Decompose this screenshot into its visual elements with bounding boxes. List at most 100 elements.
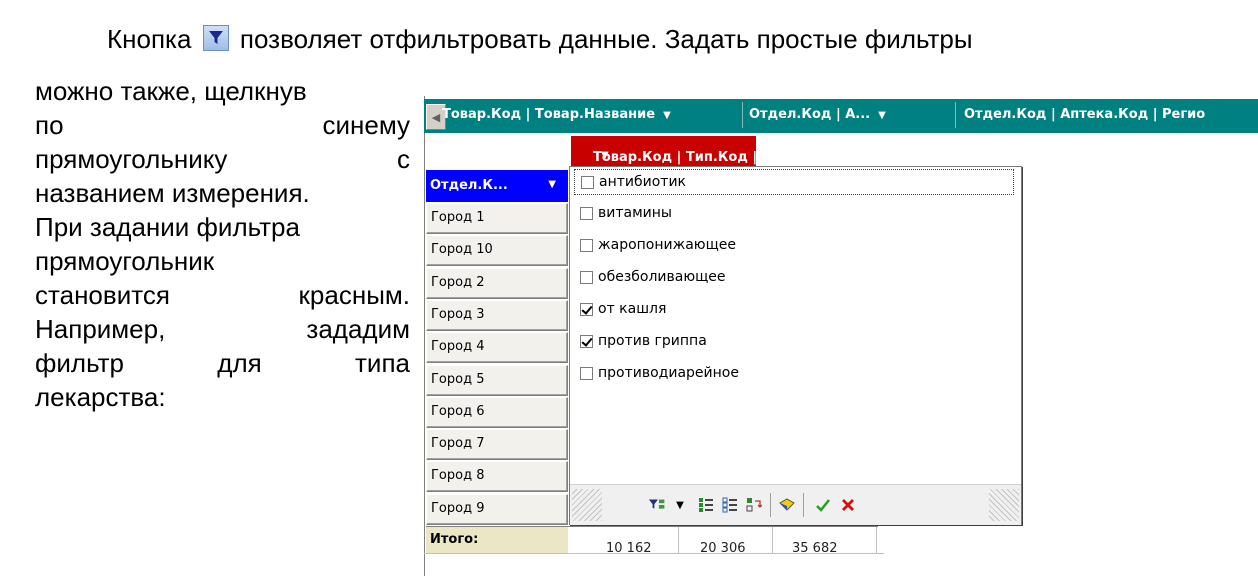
filter-item[interactable]: витамины [574, 201, 1014, 227]
row-label: Город 10 [431, 242, 493, 258]
filter-item[interactable]: жаропонижающее [574, 233, 1014, 259]
row-header-cell[interactable]: Город 2 [426, 267, 568, 299]
row-label: Город 7 [431, 436, 485, 452]
chevron-down-icon[interactable]: ▼ [670, 495, 690, 515]
invert-selection-icon[interactable] [744, 495, 764, 515]
left-border [424, 96, 425, 576]
filter-item-label: антибиотик [599, 174, 686, 190]
column-dimension-1-label: Товар.Код | Товар.Название [442, 107, 656, 122]
row-dimension-label: Отдел.К... [430, 178, 508, 193]
toolbar-separator [803, 493, 804, 517]
filter-item[interactable]: антибиотик [574, 169, 1014, 195]
checkbox-unchecked[interactable] [581, 176, 594, 189]
header-divider [955, 102, 956, 128]
word: фильтр [35, 348, 124, 378]
toolbar-separator [770, 493, 771, 517]
header-divider [742, 102, 743, 128]
filter-dropdown-icon[interactable] [648, 495, 668, 515]
row-header-cell[interactable]: Город 10 [426, 235, 568, 267]
row-label: Город 2 [431, 274, 485, 290]
word: типа [355, 348, 410, 378]
word: Например, [35, 314, 166, 344]
word: прямоугольник [35, 246, 215, 276]
row-header-cell[interactable]: Город 4 [426, 332, 568, 364]
column-dimension-3-label: Отдел.Код | Аптека.Код | Регио [964, 107, 1206, 122]
word: При задании фильтра [35, 212, 300, 242]
checkbox-unchecked[interactable] [580, 271, 593, 284]
eraser-icon[interactable] [777, 495, 797, 515]
column-dimension-2[interactable]: Отдел.Код | А... ▼ [749, 107, 886, 122]
paragraph-line: можно также, щелкнув [35, 76, 410, 106]
checkbox-unchecked[interactable] [580, 367, 593, 380]
paragraph-line: прямоугольник [35, 246, 410, 276]
filter-item-label: от кашля [598, 301, 667, 317]
word: прямоугольнику [35, 144, 228, 174]
text-before-icon: Кнопка [107, 24, 192, 54]
row-header-cell[interactable]: Город 3 [426, 299, 568, 331]
word: для [217, 348, 262, 378]
cancel-x-icon[interactable] [838, 495, 858, 515]
word: лекарства: [35, 382, 166, 412]
resize-grip-right[interactable] [989, 489, 1019, 521]
filter-item-label: обезболивающее [598, 269, 726, 285]
row-label: Город 5 [431, 371, 485, 387]
olap-screenshot: ◀ Товар.Код | Товар.Название ▼ Отдел.Код … [412, 96, 1258, 576]
word: синему [322, 110, 410, 140]
checkbox-checked[interactable] [580, 303, 593, 316]
filter-item[interactable]: против гриппа [574, 329, 1014, 355]
cell-divider [772, 527, 773, 554]
filter-item[interactable]: обезболивающее [574, 265, 1014, 291]
select-all-icon[interactable] [696, 495, 716, 515]
resize-grip-left[interactable] [572, 489, 602, 521]
paragraph-line-1: Кнопка позволяет отфильтровать данные. З… [107, 24, 973, 54]
row-label: Город 9 [431, 500, 485, 516]
filter-icon [202, 25, 229, 51]
chevron-down-icon[interactable]: ▼ [878, 110, 886, 121]
word: по [35, 110, 64, 140]
row-header-cell[interactable]: Город 5 [426, 364, 568, 396]
word: можно также, щелкнув [35, 76, 307, 106]
word: красным. [298, 280, 410, 310]
row-label: Город 8 [431, 468, 485, 484]
paragraph-line: лекарства: [35, 382, 410, 412]
row-dimension-button[interactable]: Отдел.К... ▼ [426, 170, 568, 202]
chevron-down-icon[interactable]: ▼ [663, 110, 671, 121]
column-dimension-3[interactable]: Отдел.Код | Аптека.Код | Регио [964, 107, 1205, 122]
row-label: Город 4 [431, 339, 485, 355]
checkbox-unchecked[interactable] [580, 239, 593, 252]
row-header-cell[interactable]: Город 9 [426, 493, 568, 525]
paragraph-line: фильтр для типа [35, 348, 410, 378]
filter-item-label: против гриппа [598, 333, 707, 349]
paragraph-line: названием измерения. [35, 178, 410, 208]
filter-item-label: жаропонижающее [598, 237, 737, 253]
clear-all-icon[interactable] [720, 495, 740, 515]
filter-item-label: витамины [598, 205, 672, 221]
word: зададим [306, 314, 410, 344]
word: названием измерения. [35, 178, 310, 208]
row-header-cell[interactable]: Город 1 [426, 203, 568, 234]
filter-item-label: противодиарейное [598, 365, 739, 381]
filter-item[interactable]: противодиарейное [574, 361, 1014, 387]
checkbox-unchecked[interactable] [580, 207, 593, 220]
row-header-cell[interactable]: Город 7 [426, 429, 568, 461]
filter-toolbar: ▼ [570, 484, 1021, 525]
row-header-cell[interactable]: Город 6 [426, 396, 568, 428]
ok-check-icon[interactable] [813, 495, 833, 515]
total-label: Итого: [430, 532, 479, 547]
filtered-dimension-button[interactable]: Товар.Код | Тип.Код | Тип.Назван... ▼ [571, 136, 862, 166]
chevron-down-icon[interactable]: ▼ [548, 179, 556, 190]
paragraph-line: становится красным. [35, 280, 410, 310]
text-after-icon: позволяет отфильтровать данные. Задать п… [239, 24, 973, 54]
word: с [397, 144, 410, 174]
column-dimension-1[interactable]: Товар.Код | Товар.Название ▼ [442, 107, 671, 122]
checkbox-checked[interactable] [580, 335, 593, 348]
paragraph-line: прямоугольнику с [35, 144, 410, 174]
cell-divider [876, 527, 877, 554]
word: становится [35, 280, 170, 310]
paragraph-line: При задании фильтра [35, 212, 410, 242]
chevron-down-icon[interactable]: ▼ [601, 150, 609, 161]
filtered-dimension-label: Товар.Код | Тип.Код | Тип.Назван... [593, 150, 862, 165]
filter-item[interactable]: от кашля [574, 297, 1014, 323]
row-header-cell[interactable]: Город 8 [426, 461, 568, 493]
cell-divider [678, 527, 679, 554]
